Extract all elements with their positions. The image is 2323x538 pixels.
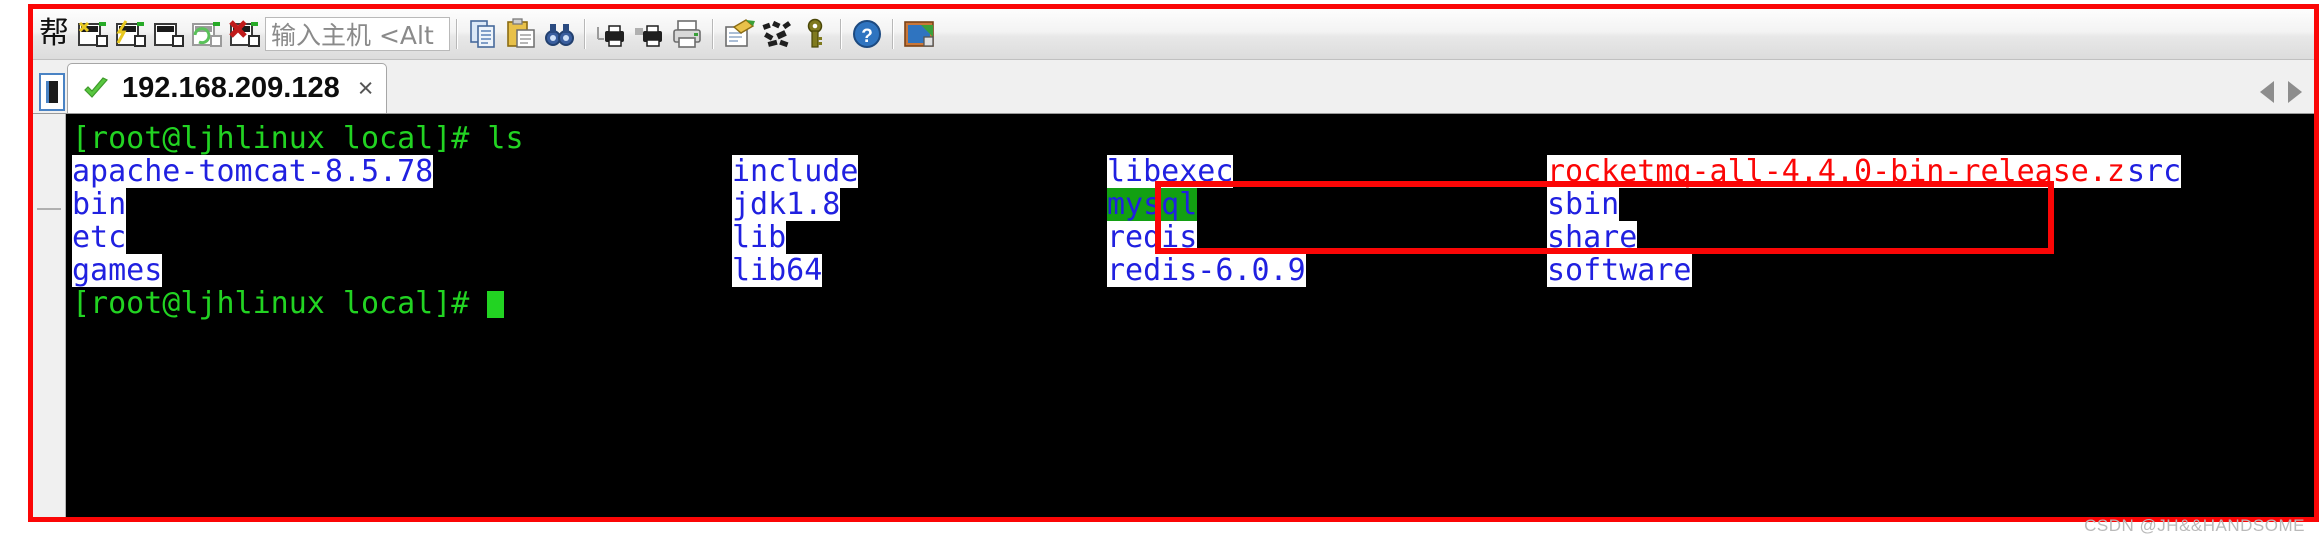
ls-entry: sbin [1547,187,1620,222]
new-session-icon[interactable] [73,15,111,53]
shell-prompt-last: [root@ljhlinux local]# [72,286,470,321]
tab-close-button[interactable]: × [352,73,374,104]
ls-entry: redis [1107,220,1198,255]
ls-entry: bin [72,187,127,222]
session-manager-toggle-icon[interactable] [39,73,65,111]
global-options-icon[interactable] [758,15,796,53]
tab-bar: 192.168.209.128 × [33,60,2318,114]
toolbar-separator [456,19,458,49]
shell-prompt: [root@ljhlinux local]# [72,121,470,156]
print-icon[interactable] [668,15,706,53]
block-cursor-icon [487,291,505,318]
terminal-screen[interactable]: [root@ljhlinux local]# ls apache-tomcat-… [66,114,2318,518]
ls-entry: apache-tomcat-8.5.78 [72,154,434,189]
disconnect-icon[interactable] [225,15,263,53]
toolbar-separator [584,19,586,49]
ls-output: apache-tomcat-8.5.78 include libexec rocket… [72,155,2318,287]
ls-entry: games [72,253,163,288]
ls-entry: redis-6.0.9 [1107,253,1306,288]
quick-connect-icon[interactable] [111,15,149,53]
host-input-placeholder: 输入主机 <Alt [271,21,434,50]
log-session-icon[interactable] [630,15,668,53]
svg-text:?: ? [861,26,873,47]
host-input[interactable]: 输入主机 <Alt [265,17,450,51]
ls-entry: src [2127,154,2182,189]
ls-entry: lib64 [732,253,823,288]
toolbar-separator [840,19,842,49]
ls-output-row: games lib64 redis-6.0.9 software [72,254,2318,287]
ls-entry: software [1547,253,1692,288]
toolbar: 帮 输入主机 <Alt ? [33,9,2318,60]
ls-output-row: bin jdk1.8 mysql sbin [72,188,2318,221]
copy-icon[interactable] [464,15,502,53]
chevron-right-icon[interactable] [2288,81,2302,103]
gutter-divider [37,208,61,210]
clipboard-button-group [464,9,578,59]
help-button-group: ? [848,9,886,59]
capture-window-icon[interactable] [900,15,938,53]
ls-entry: mysql [1107,187,1198,222]
paste-icon[interactable] [502,15,540,53]
session-manager-gutter [33,114,66,518]
find-icon[interactable] [540,15,578,53]
print-button-group [592,9,706,59]
terminal-line-prompt-last: [root@ljhlinux local]# [72,287,2318,320]
capture-button-group [900,9,938,59]
watermark: CSDN @JH&&HANDSOME [2084,516,2305,535]
session-button-group [73,9,263,59]
tab-nav-arrows [2260,81,2318,113]
help-icon[interactable]: ? [848,15,886,53]
reconnect-icon[interactable] [187,15,225,53]
ls-entry: include [732,154,859,189]
menu-help-label[interactable]: 帮 [33,19,73,49]
toolbar-separator [712,19,714,49]
ls-output-row: etc lib redis share [72,221,2318,254]
ls-entry: rocketmq-all-4.4.0-bin-release.zip [1547,154,2162,189]
ls-entry: jdk1.8 [732,187,841,222]
green-check-icon [84,76,108,98]
securecrt-window: 帮 输入主机 <Alt ? 192.168.209.128 × [root@lj… [0,0,2323,538]
ls-entry: etc [72,220,127,255]
connect-local-shell-icon[interactable] [149,15,187,53]
ls-output-row: apache-tomcat-8.5.78 include libexec rocket… [72,155,2318,188]
ls-entry: lib [732,220,787,255]
session-options-icon[interactable] [720,15,758,53]
ls-entry: share [1547,220,1638,255]
print-screen-icon[interactable] [592,15,630,53]
options-button-group [720,9,834,59]
tab-192-168-209-128[interactable]: 192.168.209.128 × [67,63,387,113]
toolbar-separator [892,19,894,49]
tab-label: 192.168.209.128 [122,72,340,104]
terminal-thumbnail-icon [46,81,58,103]
terminal-line-command: [root@ljhlinux local]# ls [72,122,2318,155]
shell-command: ls [469,121,524,156]
ls-entry: libexec [1107,154,1234,189]
chevron-left-icon[interactable] [2260,81,2274,103]
key-icon[interactable] [796,15,834,53]
